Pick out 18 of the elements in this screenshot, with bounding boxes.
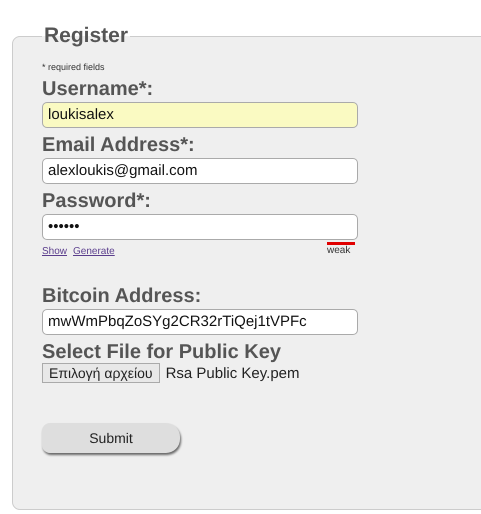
input-field[interactable]: alexloukis@gmail.com bbox=[42, 158, 358, 184]
input-field[interactable]: •••••• bbox=[42, 214, 358, 240]
field-label: Password*: bbox=[42, 190, 152, 212]
strength-label: weak bbox=[327, 245, 350, 256]
form-title: Register bbox=[43, 24, 130, 48]
file-name: Rsa Public Key.pem bbox=[166, 364, 300, 382]
link[interactable]: Show bbox=[42, 246, 68, 257]
strength-bar bbox=[327, 242, 355, 245]
link[interactable]: Generate bbox=[73, 246, 115, 257]
input-field[interactable]: mwWmPbqZoSYg2CR32rTiQej1tVPFc bbox=[42, 309, 358, 335]
field-label: Bitcoin Address: bbox=[42, 285, 202, 307]
choose-file-button[interactable]: Επιλογή αρχείου bbox=[42, 363, 160, 383]
field-label: Username*: bbox=[42, 78, 154, 100]
input-field[interactable]: loukisalex bbox=[42, 102, 358, 128]
required-note: * required fields bbox=[42, 62, 106, 72]
field-label: Email Address*: bbox=[42, 134, 196, 156]
field-label: Select File for Public Key bbox=[42, 341, 282, 363]
submit-button[interactable]: Submit bbox=[42, 423, 180, 453]
